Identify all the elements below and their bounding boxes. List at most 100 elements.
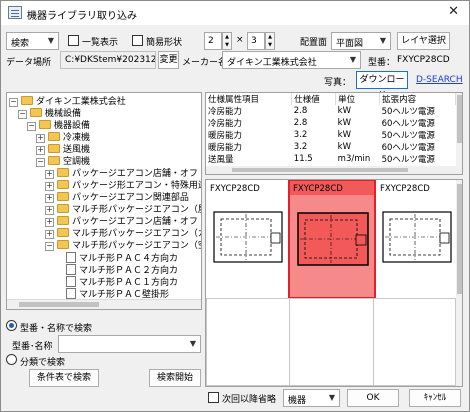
document-icon xyxy=(66,264,76,275)
collapse-icon[interactable]: − xyxy=(36,158,45,167)
folder-icon xyxy=(30,108,42,117)
table-cell: kW xyxy=(337,130,351,140)
table-row[interactable]: 冷房能力 2.8 kW 50ヘルツ電源 xyxy=(206,105,456,117)
expand-icon[interactable]: + xyxy=(36,134,45,143)
collapse-icon[interactable]: − xyxy=(18,110,27,119)
collapse-icon[interactable]: − xyxy=(9,98,18,107)
rows-spinner[interactable]: ▲ ▼ xyxy=(222,32,232,50)
layer-select-button[interactable]: レイヤ選択 xyxy=(397,32,450,50)
tree-node[interactable]: + 冷凍機 xyxy=(36,132,90,144)
table-row[interactable]: 冷房能力 2.8 kW 60ヘルツ電源 xyxy=(206,117,456,129)
chevron-down-icon: ▼ xyxy=(189,339,196,348)
preview-cell-empty[interactable] xyxy=(289,298,374,386)
tree-horizontal-scrollbar[interactable] xyxy=(7,299,201,309)
tree-node-label: 空調機 xyxy=(63,157,91,167)
simple-shape-checkbox[interactable] xyxy=(132,35,143,46)
tree-node[interactable]: − 空調機 xyxy=(36,156,90,168)
expand-icon[interactable]: + xyxy=(45,182,54,191)
tree-node[interactable]: + パッケージエアコン店舗・オフ xyxy=(45,168,198,180)
tree-scroll-thumb[interactable] xyxy=(19,302,99,307)
cols-input[interactable]: 3 xyxy=(247,32,265,50)
dsearch-link[interactable]: D-SEARCH xyxy=(416,75,463,85)
ok-button[interactable]: OK xyxy=(347,389,399,407)
category-tree[interactable]: − ダイキン工業株式会社 − 機械設備 − 機器設備 + 冷凍機 + 送風機 − 空調機 + パッケージエ… xyxy=(6,92,202,310)
table-row[interactable]: 暖房能力 3.2 kW 60ヘルツ電源 xyxy=(206,141,456,153)
tree-node[interactable]: + パッケージエアコン関連部品 xyxy=(45,192,189,204)
expand-icon[interactable]: + xyxy=(45,194,54,203)
folder-icon xyxy=(48,156,60,165)
condition-search-button[interactable]: 条件表で検索 xyxy=(29,369,99,387)
preview-cell-empty[interactable] xyxy=(373,298,456,386)
preview-scroll-thumb[interactable] xyxy=(457,184,462,294)
list-view-checkbox[interactable] xyxy=(68,35,79,46)
search-mode-select[interactable]: 検索 ▼ xyxy=(6,32,59,50)
tree-node-label: マルチ形パッケージエアコン（空 xyxy=(72,241,202,251)
column-header: 拡張内容 xyxy=(379,93,456,105)
table-horizontal-scrollbar[interactable] xyxy=(206,166,456,174)
placement-select[interactable]: 平面図 ▼ xyxy=(331,32,391,50)
preview-cell-empty[interactable] xyxy=(206,298,290,386)
tree-node-label: ダイキン工業株式会社 xyxy=(36,97,126,107)
start-search-button[interactable]: 検索開始 xyxy=(149,369,201,387)
tree-node-label: パッケージ形エアコン・特殊用途 xyxy=(72,181,202,191)
preview-cell-selected[interactable]: FXYCP28CD xyxy=(288,180,376,299)
skip-next-label: 次回以降省略 xyxy=(222,395,277,405)
chevron-down-icon: ▼ xyxy=(379,36,386,45)
rows-input[interactable]: 2 xyxy=(204,32,222,50)
column-header: 単位 xyxy=(335,93,381,105)
maker-select[interactable]: ダイキン工業株式会社 ▼ xyxy=(222,51,361,69)
cols-spinner[interactable]: ▲ ▼ xyxy=(265,32,275,50)
expand-icon[interactable]: + xyxy=(45,206,54,215)
tree-node[interactable]: + マルチ形パッケージエアコン（ガ xyxy=(45,228,202,240)
table-cell: 50ヘルツ電源 xyxy=(381,155,435,165)
table-scroll-thumb[interactable] xyxy=(457,95,462,143)
collapse-icon[interactable]: − xyxy=(27,122,36,131)
skip-next-checkbox[interactable] xyxy=(208,392,219,403)
table-cell: 2.8 xyxy=(293,106,308,116)
tree-node[interactable]: − 機器設備 xyxy=(27,120,90,132)
table-vertical-scrollbar[interactable] xyxy=(456,93,462,174)
placement-label: 配置面 xyxy=(300,38,328,48)
download-button[interactable]: ダウンロード xyxy=(356,71,408,101)
tree-node-label: パッケージエアコン店舗・オフ xyxy=(72,169,198,179)
tree-node[interactable]: + パッケージ形エアコン・特殊用途 xyxy=(45,180,202,192)
tree-node[interactable]: + マルチ形パッケージエアコン（屋 xyxy=(45,204,201,216)
tree-node-label: パッケージエアコン店舗・オフ xyxy=(72,217,198,227)
tree-node[interactable]: マルチ形ＰＡＣ２方向カ xyxy=(54,264,178,276)
folder-icon xyxy=(57,180,69,189)
preview-cell[interactable]: FXYCP28CD xyxy=(206,180,288,298)
tree-node[interactable]: − 機械設備 xyxy=(18,108,81,120)
app-icon xyxy=(8,6,22,19)
close-button[interactable]: ✕ xyxy=(448,4,459,19)
search-by-model-radio[interactable] xyxy=(6,320,17,331)
table-cell: kW xyxy=(337,118,351,128)
title-bar: 機器ライブラリ取り込み ✕ xyxy=(1,1,469,25)
model-name-combo[interactable]: ▼ xyxy=(58,335,201,353)
tree-node[interactable]: + 送風機 xyxy=(36,144,90,156)
collapse-icon[interactable]: − xyxy=(45,242,54,251)
tree-node-label: マルチ形パッケージエアコン（ガ xyxy=(72,229,202,239)
category-select[interactable]: 機器 ▼ xyxy=(283,389,340,407)
table-cell: 冷房能力 xyxy=(208,119,243,129)
search-by-class-radio[interactable] xyxy=(6,354,17,365)
tree-node[interactable]: − ダイキン工業株式会社 xyxy=(9,96,126,108)
tree-node[interactable]: マルチ形ＰＡＣ４方向カ xyxy=(54,252,178,264)
preview-name: FXYCP28CD xyxy=(210,184,260,194)
expand-icon[interactable]: + xyxy=(36,146,45,155)
cancel-button[interactable]: ｷｬﾝｾﾙ xyxy=(409,389,461,407)
preview-vertical-scrollbar[interactable] xyxy=(456,180,462,386)
table-row[interactable]: 送風量 11.5 m3/min 50ヘルツ電源 xyxy=(206,153,456,165)
preview-name: FXYCP28CD xyxy=(293,184,343,194)
expand-icon[interactable]: + xyxy=(45,218,54,227)
expand-icon[interactable]: + xyxy=(45,170,54,179)
folder-icon xyxy=(39,120,51,129)
document-icon xyxy=(66,252,76,263)
tree-node[interactable]: + パッケージエアコン店舗・オフ xyxy=(45,216,198,228)
tree-node[interactable]: − マルチ形パッケージエアコン（空 xyxy=(45,240,202,252)
preview-cell[interactable]: FXYCP28CD xyxy=(376,180,456,298)
table-hscroll-thumb[interactable] xyxy=(232,168,408,172)
change-path-button[interactable]: 変更 xyxy=(158,51,179,69)
tree-node[interactable]: マルチ形ＰＡＣ１方向カ xyxy=(54,276,178,288)
expand-icon[interactable]: + xyxy=(45,230,54,239)
table-row[interactable]: 暖房能力 3.2 kW 50ヘルツ電源 xyxy=(206,129,456,141)
